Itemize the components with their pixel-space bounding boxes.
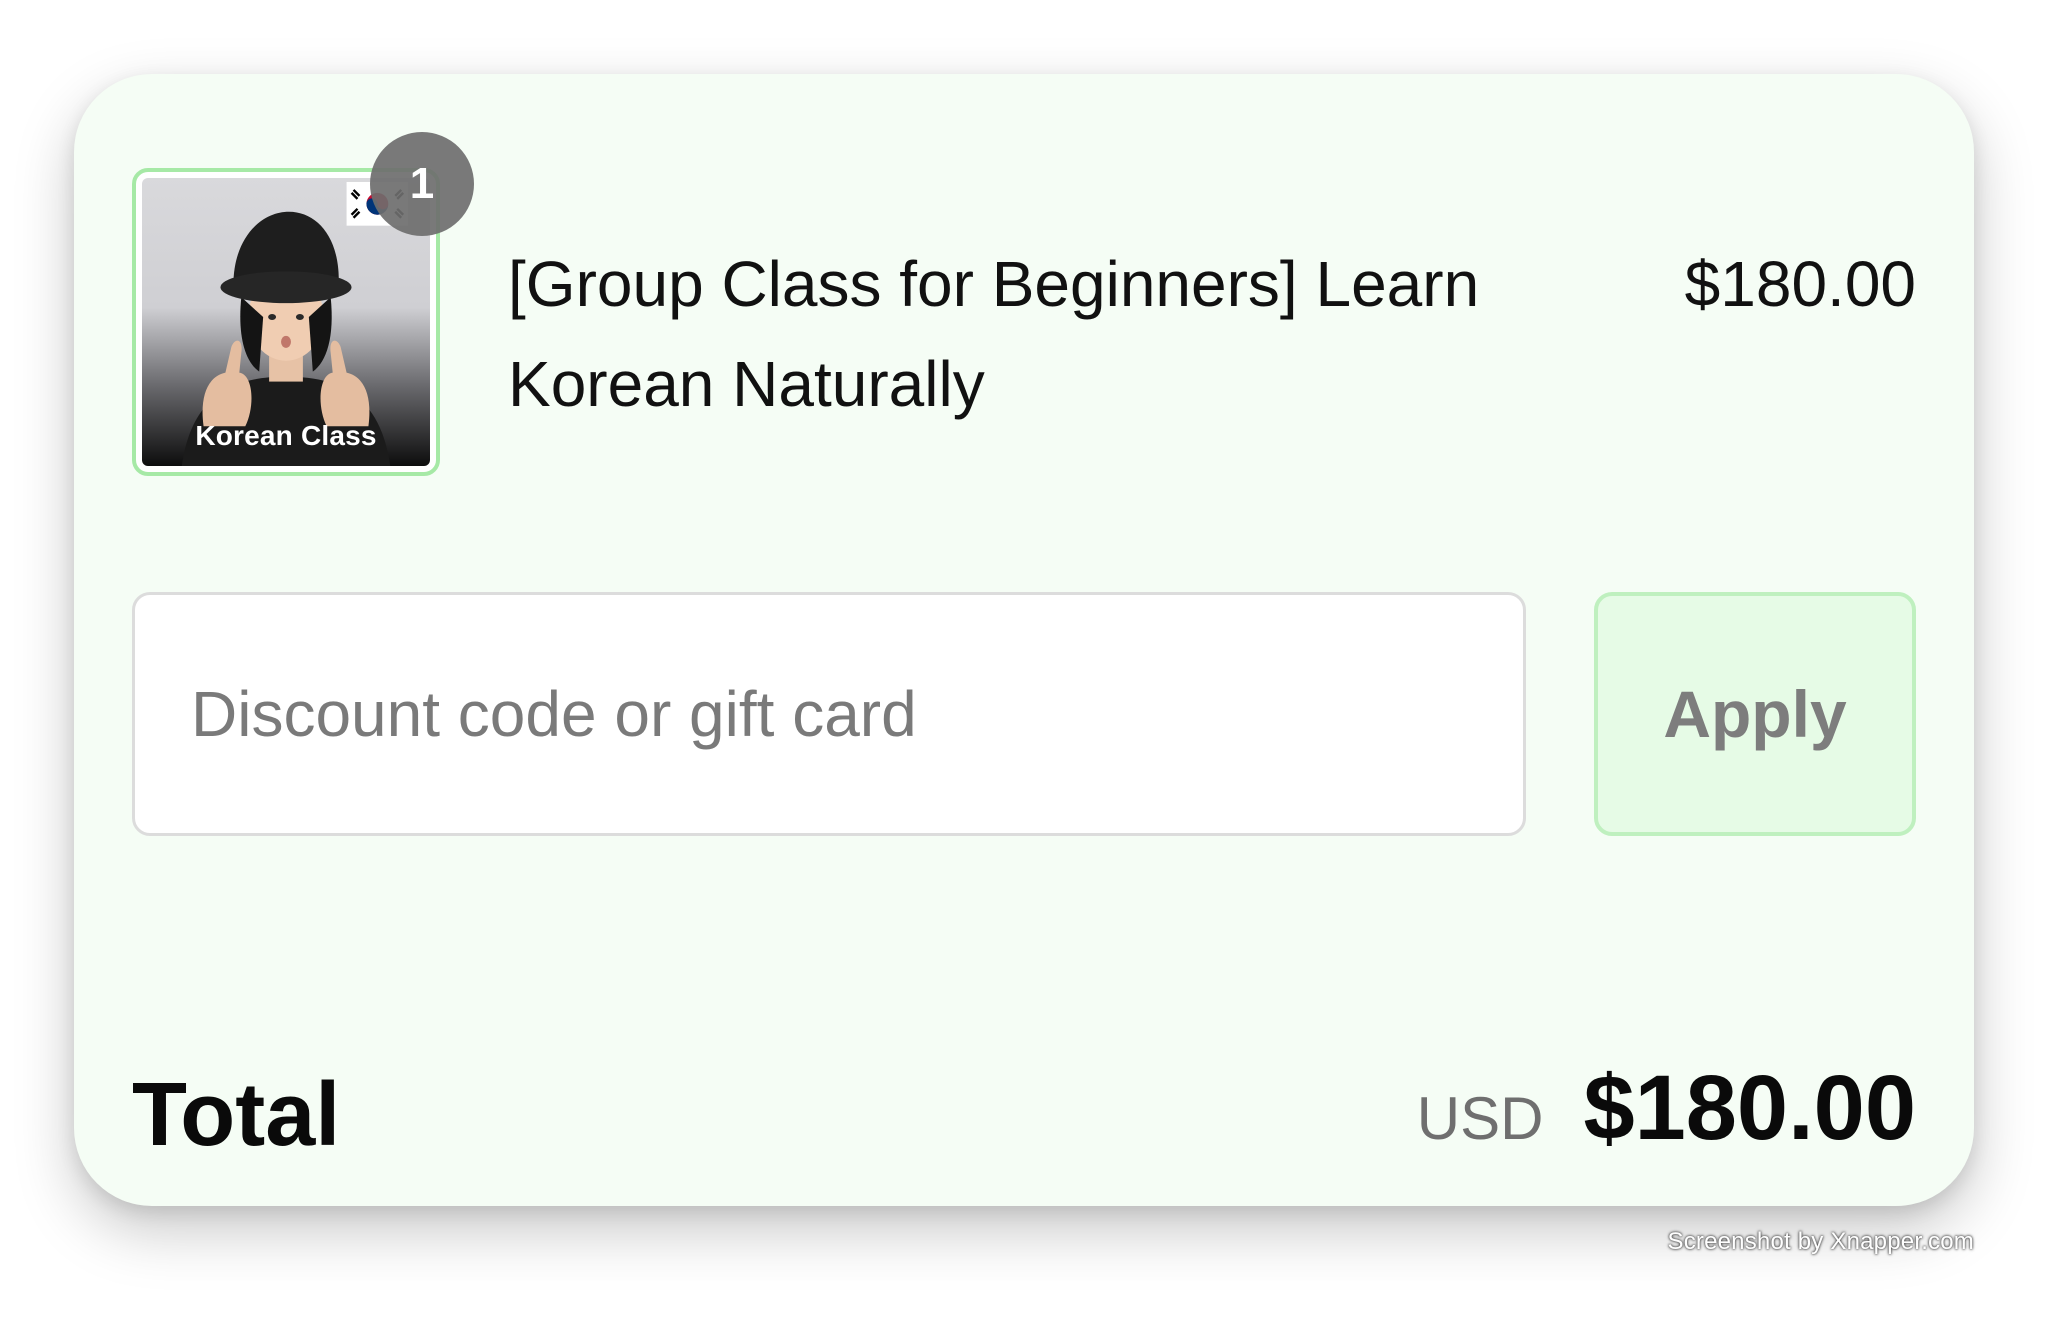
product-title: [Group Class for Beginners] Learn Korean… bbox=[508, 248, 1480, 420]
order-summary-card: Korean Class 1 [Group Class for Beginner… bbox=[74, 74, 1974, 1206]
discount-code-input[interactable] bbox=[132, 592, 1526, 836]
apply-button[interactable]: Apply bbox=[1594, 592, 1916, 836]
quantity-badge: 1 bbox=[370, 132, 474, 236]
watermark: Screenshot by Xnapper.com bbox=[1667, 1228, 1974, 1255]
total-amount: $180.00 bbox=[1583, 1057, 1916, 1159]
product-price: $180.00 bbox=[1684, 248, 1916, 320]
thumbnail-caption: Korean Class bbox=[195, 420, 377, 451]
currency-code: USD bbox=[1416, 1085, 1544, 1152]
total-label: Total bbox=[132, 1065, 341, 1165]
total-summary: USD $180.00 bbox=[1417, 1056, 1916, 1161]
